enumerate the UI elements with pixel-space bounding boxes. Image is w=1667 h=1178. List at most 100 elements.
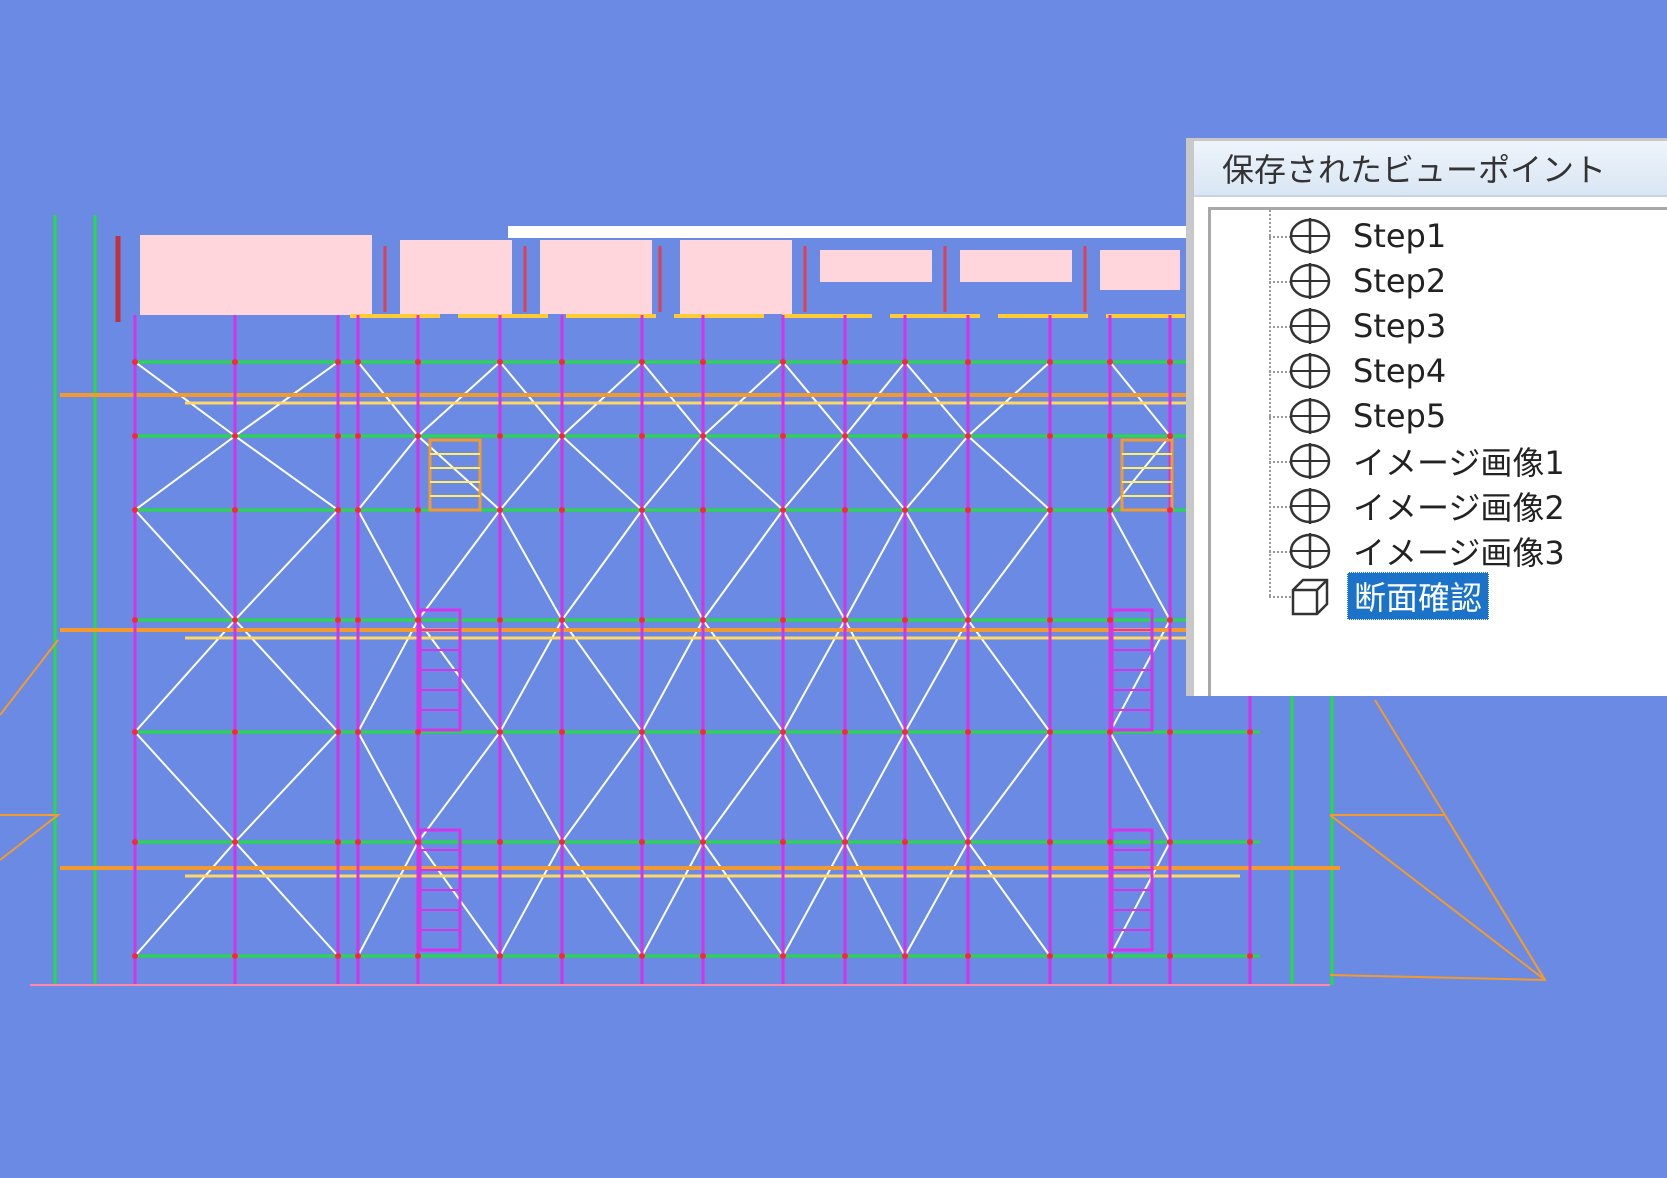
joint bbox=[1107, 729, 1113, 735]
viewpoint-item[interactable]: Step5 bbox=[1287, 394, 1452, 438]
viewpoint-item[interactable]: Step1 bbox=[1287, 214, 1452, 258]
beam bbox=[540, 240, 652, 314]
tree-connector bbox=[1269, 210, 1271, 596]
joint bbox=[1107, 433, 1113, 439]
joint bbox=[335, 433, 341, 439]
joint bbox=[780, 839, 786, 845]
joint bbox=[497, 729, 503, 735]
joint bbox=[1167, 953, 1173, 959]
viewpoint-item-label: Step5 bbox=[1353, 397, 1447, 435]
joint bbox=[902, 953, 908, 959]
joint bbox=[335, 953, 341, 959]
joint bbox=[559, 433, 565, 439]
joint bbox=[132, 729, 138, 735]
viewpoint-item-label: Step1 bbox=[1353, 217, 1447, 255]
joint bbox=[965, 359, 971, 365]
joint bbox=[842, 507, 848, 513]
saved-viewpoints-panel: 保存されたビューポイント Step1 Step2 Step3 Step4 Step5 イメ… bbox=[1186, 138, 1667, 696]
joint bbox=[1167, 729, 1173, 735]
joint bbox=[700, 953, 706, 959]
viewpoint-item[interactable]: Step3 bbox=[1287, 304, 1452, 348]
joint bbox=[1047, 359, 1053, 365]
joint bbox=[132, 617, 138, 623]
joint bbox=[415, 359, 421, 365]
joint bbox=[415, 839, 421, 845]
joint bbox=[1247, 839, 1253, 845]
joint bbox=[1047, 433, 1053, 439]
viewpoint-item-label: 断面確認 bbox=[1347, 572, 1490, 620]
joint bbox=[1247, 729, 1253, 735]
joint bbox=[335, 729, 341, 735]
joint bbox=[355, 729, 361, 735]
joint bbox=[842, 617, 848, 623]
joint bbox=[639, 617, 645, 623]
joint bbox=[559, 953, 565, 959]
joint bbox=[965, 507, 971, 513]
joint bbox=[1167, 507, 1173, 513]
joint bbox=[497, 617, 503, 623]
joint bbox=[1107, 617, 1113, 623]
joint bbox=[355, 953, 361, 959]
joint bbox=[842, 839, 848, 845]
joint bbox=[355, 433, 361, 439]
viewpoint-item[interactable]: イメージ画像1 bbox=[1287, 439, 1571, 483]
viewpoint-icon bbox=[1289, 263, 1331, 299]
viewpoint-item[interactable]: イメージ画像2 bbox=[1287, 484, 1571, 528]
joint bbox=[700, 729, 706, 735]
outrigger bbox=[1329, 814, 1546, 981]
viewpoint-icon bbox=[1289, 533, 1331, 569]
joint bbox=[780, 359, 786, 365]
joint bbox=[559, 729, 565, 735]
viewpoint-item[interactable]: 断面確認 bbox=[1287, 572, 1490, 620]
viewpoint-icon bbox=[1289, 353, 1331, 389]
panel-title: 保存されたビューポイント bbox=[1194, 141, 1667, 197]
joint bbox=[700, 433, 706, 439]
viewpoint-item-label: イメージ画像2 bbox=[1353, 489, 1565, 527]
joint bbox=[780, 617, 786, 623]
joint bbox=[132, 433, 138, 439]
viewpoint-item[interactable]: Step4 bbox=[1287, 349, 1452, 393]
joint bbox=[559, 839, 565, 845]
joint bbox=[559, 507, 565, 513]
outrigger bbox=[0, 639, 59, 716]
joint bbox=[639, 507, 645, 513]
viewpoint-icon bbox=[1289, 218, 1331, 254]
joint bbox=[497, 359, 503, 365]
joint bbox=[132, 507, 138, 513]
joint bbox=[559, 359, 565, 365]
joint bbox=[415, 953, 421, 959]
joint bbox=[902, 359, 908, 365]
joint bbox=[700, 507, 706, 513]
joint bbox=[902, 507, 908, 513]
joint bbox=[497, 433, 503, 439]
joint bbox=[1047, 729, 1053, 735]
joint bbox=[335, 617, 341, 623]
joint bbox=[1107, 953, 1113, 959]
joint bbox=[232, 359, 238, 365]
viewpoint-item-label: Step3 bbox=[1353, 307, 1447, 345]
outrigger bbox=[1374, 699, 1546, 981]
viewpoint-tree[interactable]: Step1 Step2 Step3 Step4 Step5 イメージ画像1 イメージ画像2 イ… bbox=[1208, 207, 1667, 696]
joint bbox=[965, 433, 971, 439]
joint bbox=[415, 729, 421, 735]
joint bbox=[497, 839, 503, 845]
section-box-icon bbox=[1291, 578, 1329, 616]
joint bbox=[842, 953, 848, 959]
joint bbox=[132, 953, 138, 959]
joint bbox=[232, 953, 238, 959]
beam bbox=[400, 240, 512, 314]
viewpoint-item[interactable]: イメージ画像3 bbox=[1287, 529, 1571, 573]
joint bbox=[232, 433, 238, 439]
viewpoint-item[interactable]: Step2 bbox=[1287, 259, 1452, 303]
joint bbox=[1167, 617, 1173, 623]
beam bbox=[140, 235, 372, 315]
joint bbox=[780, 953, 786, 959]
joint bbox=[1107, 839, 1113, 845]
joint bbox=[355, 839, 361, 845]
joint bbox=[497, 507, 503, 513]
joint bbox=[639, 953, 645, 959]
joint bbox=[902, 729, 908, 735]
beam bbox=[680, 240, 792, 314]
joint bbox=[335, 507, 341, 513]
joint bbox=[965, 839, 971, 845]
